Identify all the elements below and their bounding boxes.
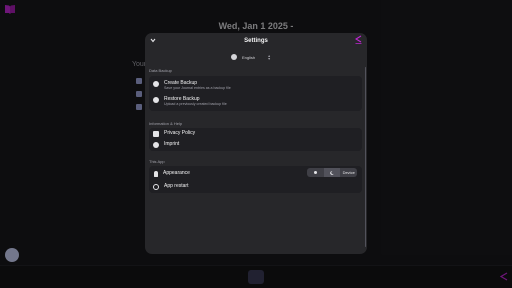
language-value: English xyxy=(242,54,256,60)
imprint-row[interactable]: Imprint xyxy=(153,141,358,148)
settings-dialog: Settings English ▴ ▾ Data Backup Create B… xyxy=(145,33,367,254)
dark-mode-option[interactable] xyxy=(323,168,341,177)
this-app-label: This App xyxy=(149,159,165,164)
privacy-policy-row[interactable]: Privacy Policy xyxy=(153,130,358,137)
imprint-label: Imprint xyxy=(164,141,180,147)
data-backup-card: Create Backup Save your Journal entries … xyxy=(149,76,362,111)
restore-backup-subtitle: Upload a previously created backup file xyxy=(164,102,227,106)
create-backup-row[interactable]: Create Backup Save your Journal entries … xyxy=(153,80,358,91)
device-label: Device xyxy=(342,170,355,175)
language-selector[interactable]: English ▴ ▾ xyxy=(231,53,271,61)
lock-icon xyxy=(153,131,159,137)
sun-icon xyxy=(313,171,317,174)
info-icon xyxy=(153,142,159,148)
restore-icon xyxy=(153,97,159,103)
restore-backup-row[interactable]: Restore Backup Upload a previously creat… xyxy=(153,96,358,107)
privacy-policy-label: Privacy Policy xyxy=(164,130,196,136)
settings-title: Settings xyxy=(244,38,268,44)
moon-icon xyxy=(330,170,334,175)
language-select: English ▴ ▾ xyxy=(242,53,271,61)
settings-header: Settings xyxy=(145,33,367,51)
info-help-label: Information & Help xyxy=(149,121,183,126)
app-restart-label: App restart xyxy=(164,183,189,189)
bulb-icon xyxy=(154,171,158,177)
power-icon xyxy=(153,184,159,190)
backup-icon xyxy=(153,81,159,87)
share-icon[interactable] xyxy=(355,35,362,44)
updown-arrows-icon: ▴ ▾ xyxy=(268,53,271,61)
scrollbar[interactable] xyxy=(364,67,366,247)
data-backup-label: Data Backup xyxy=(149,68,172,73)
appearance-toggle: Device xyxy=(307,168,357,177)
device-mode-option[interactable]: Device xyxy=(340,168,357,177)
app-restart-row[interactable]: App restart xyxy=(153,183,358,190)
light-mode-option[interactable] xyxy=(307,168,324,177)
globe-icon xyxy=(231,54,237,60)
appearance-label: Appearance xyxy=(163,170,190,176)
info-help-card: Privacy Policy Imprint xyxy=(149,128,362,151)
create-backup-subtitle: Save your Journal entries as a backup fi… xyxy=(164,86,231,90)
